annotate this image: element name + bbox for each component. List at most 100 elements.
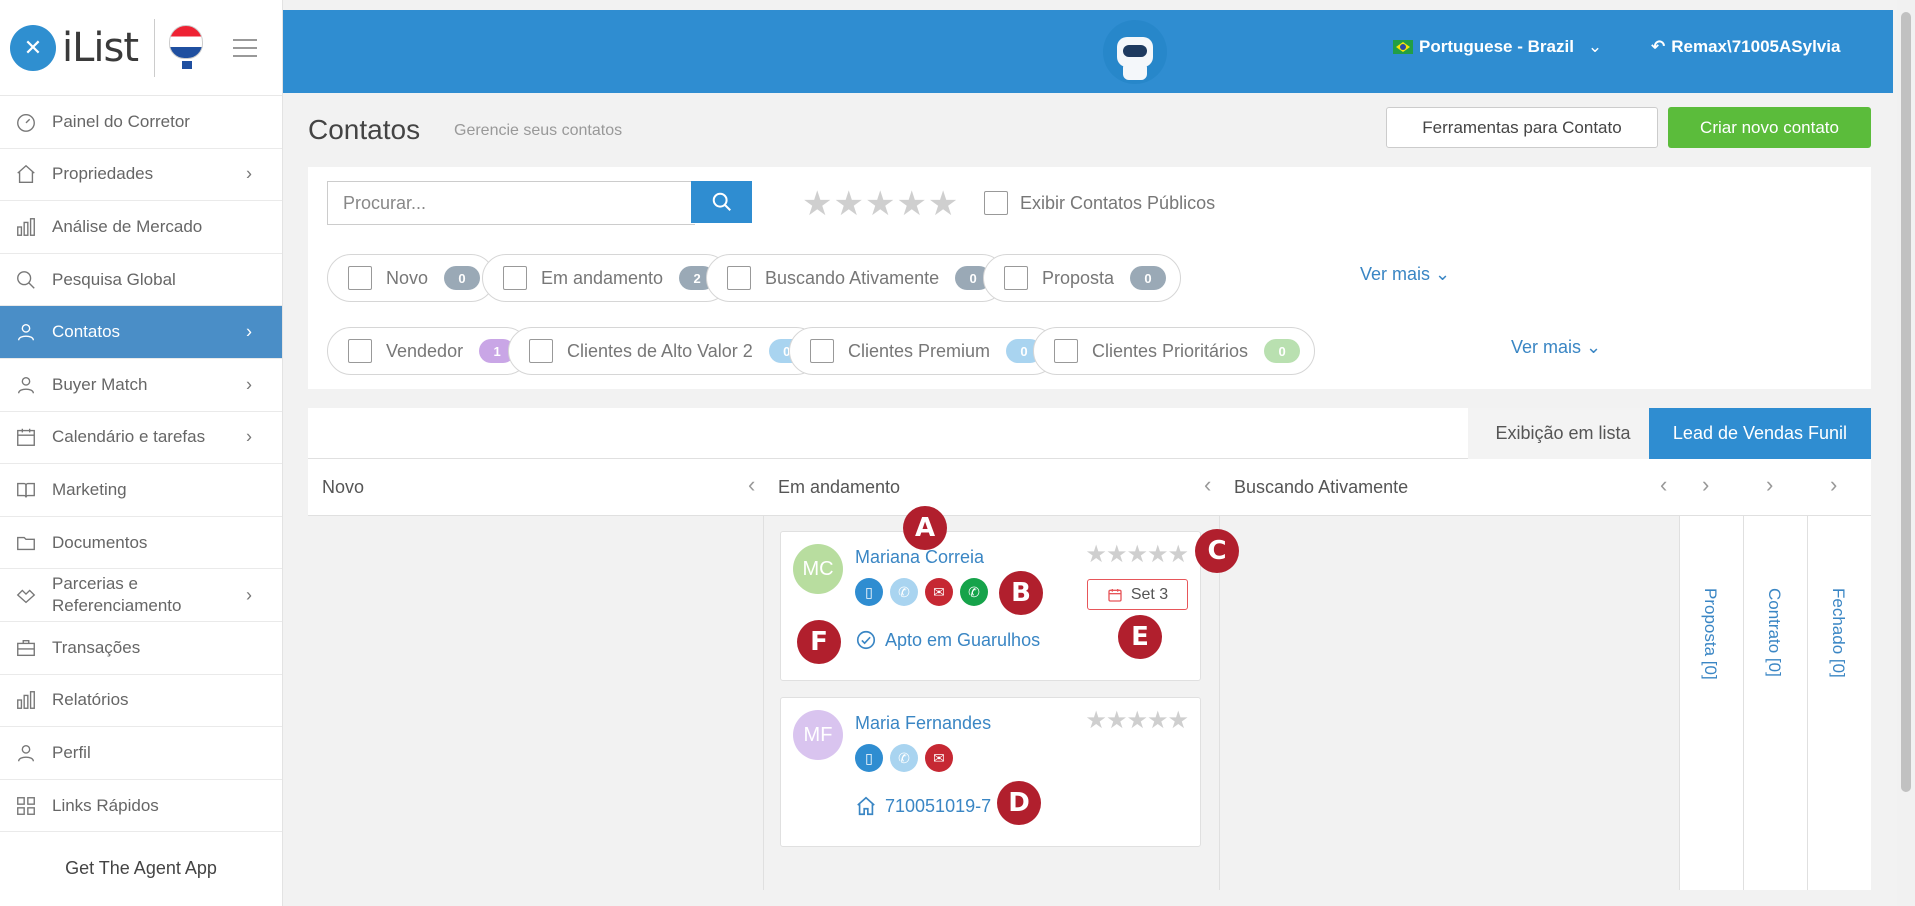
sidebar-item-perfil[interactable]: Perfil: [0, 727, 282, 780]
phone-icon[interactable]: ✆: [890, 744, 918, 772]
checkbox[interactable]: [1004, 266, 1028, 290]
chevron-right-icon: ›: [246, 321, 252, 342]
search-input[interactable]: Procurar...: [327, 181, 695, 225]
user-icon: [14, 373, 38, 397]
remax-balloon-logo: [169, 24, 205, 71]
mobile-icon[interactable]: ▯: [855, 578, 883, 606]
checkbox[interactable]: [984, 191, 1008, 215]
page-scrollbar[interactable]: [1897, 0, 1915, 906]
phone-icon[interactable]: ✆: [890, 578, 918, 606]
sidebar-item-links-r-pidos[interactable]: Links Rápidos: [0, 780, 282, 833]
app: ✕ iList Painel do Corretor Propriedades › A…: [0, 0, 1915, 906]
chevron-left-icon[interactable]: ‹: [1204, 472, 1211, 498]
checkbox[interactable]: [1054, 339, 1078, 363]
chevron-right-icon: ›: [246, 163, 252, 184]
email-icon[interactable]: ✉: [925, 744, 953, 772]
filter-chip-proposta[interactable]: Proposta 0: [983, 254, 1182, 302]
briefcase-icon: [14, 636, 38, 660]
home-icon: [857, 796, 875, 816]
sidebar-item-marketing[interactable]: Marketing: [0, 464, 282, 517]
chevron-left-icon[interactable]: ‹: [748, 472, 755, 498]
search-button[interactable]: [691, 181, 752, 223]
menu-toggle-icon[interactable]: [233, 38, 258, 57]
filter-chip-vendedor[interactable]: Vendedor 1: [327, 327, 531, 375]
rating-stars[interactable]: ★★★★★: [1085, 706, 1189, 735]
filter-chip-em-andamento[interactable]: Em andamento 2: [482, 254, 731, 302]
chip-label: Clientes Prioritários: [1092, 340, 1249, 361]
chip-label: Buscando Ativamente: [765, 267, 940, 288]
scrollbar-thumb[interactable]: [1901, 12, 1911, 792]
checkbox[interactable]: [529, 339, 553, 363]
user-menu[interactable]: ↶ Remax\71005ASylvia: [1651, 37, 1840, 57]
tab-list-view[interactable]: Exibição em lista: [1468, 408, 1658, 459]
brand: ✕ iList: [0, 0, 282, 96]
annotation-marker-b: B: [999, 571, 1043, 615]
assistant-robot-icon[interactable]: [1103, 20, 1167, 84]
sidebar-item-label: Documentos: [52, 532, 148, 552]
column-contrato[interactable]: Contrato [0]: [1743, 516, 1807, 890]
filter-chip-buscando-ativamente[interactable]: Buscando Ativamente 0: [706, 254, 1007, 302]
sidebar-item-an-lise-de-mercado[interactable]: Análise de Mercado: [0, 201, 282, 254]
column-title: Em andamento: [778, 476, 901, 497]
whatsapp-icon[interactable]: ✆: [960, 578, 988, 606]
filter-chip-novo[interactable]: Novo 0: [327, 254, 496, 302]
column-proposta[interactable]: Proposta [0]: [1679, 516, 1743, 890]
create-contact-button[interactable]: Criar novo contato: [1668, 107, 1871, 148]
contact-card[interactable]: MF Maria Fernandes ★★★★★ ▯ ✆ ✉ 710051019…: [780, 697, 1201, 847]
chevron-right-icon[interactable]: ›: [1766, 472, 1773, 498]
checkbox[interactable]: [810, 339, 834, 363]
sidebar-item-buyer-match[interactable]: Buyer Match ›: [0, 359, 282, 412]
sidebar-item-label: Parcerias e Referenciamento: [52, 574, 182, 616]
public-contacts-checkbox[interactable]: Exibir Contatos Públicos: [984, 191, 1215, 215]
checkbox[interactable]: [348, 339, 372, 363]
chevron-right-icon[interactable]: ›: [1702, 472, 1709, 498]
sidebar-item-painel-do-corretor[interactable]: Painel do Corretor: [0, 96, 282, 149]
sidebar-item-parcerias-e-referenciamento[interactable]: Parcerias e Referenciamento ›: [0, 569, 282, 622]
filter-chip-clientes-de-alto-valor-2[interactable]: Clientes de Alto Valor 20: [508, 327, 820, 375]
checkbox[interactable]: [348, 266, 372, 290]
property-link[interactable]: 710051019-7: [855, 795, 991, 817]
ilist-logo-icon[interactable]: ✕: [10, 24, 56, 71]
checkbox[interactable]: [727, 266, 751, 290]
filter-panel: Procurar... ★★★★★ Exibir Contatos Públic…: [308, 167, 1871, 389]
task-date-badge[interactable]: Set 3: [1087, 579, 1188, 610]
rating-filter-stars[interactable]: ★★★★★: [802, 184, 959, 224]
filter-chip-clientes-premium[interactable]: Clientes Premium 0: [789, 327, 1058, 375]
email-icon[interactable]: ✉: [925, 578, 953, 606]
sidebar-item-relat-rios[interactable]: Relatórios: [0, 675, 282, 728]
sidebar-item-label: Marketing: [52, 479, 127, 499]
chevron-right-icon[interactable]: ›: [1830, 472, 1837, 498]
column-novo: [308, 516, 764, 890]
annotation-marker-c: C: [1195, 529, 1239, 573]
column-fechado[interactable]: Fechado [0]: [1807, 516, 1871, 890]
contact-tools-button[interactable]: Ferramentas para Contato: [1386, 107, 1658, 148]
calendar-icon: [1108, 588, 1122, 602]
filter-chip-clientes-priorit-rios[interactable]: Clientes Prioritários 0: [1033, 327, 1316, 375]
language-selector[interactable]: Portuguese - Brazil ⌄: [1393, 37, 1602, 57]
sidebar-item-transa-es[interactable]: Transações: [0, 622, 282, 675]
ver-mais-link-row1[interactable]: Ver mais ⌄: [1360, 264, 1450, 285]
search-icon: [14, 268, 38, 292]
mobile-icon[interactable]: ▯: [855, 744, 883, 772]
sidebar-item-documentos[interactable]: Documentos: [0, 517, 282, 570]
book-icon: [14, 478, 38, 502]
brand-divider: [154, 18, 156, 77]
search-icon: [712, 192, 731, 211]
column-title-vertical: Proposta [0]: [1701, 588, 1720, 680]
chip-label: Clientes de Alto Valor 2: [567, 340, 753, 361]
sidebar-item-contatos[interactable]: Contatos ›: [0, 306, 282, 359]
sidebar-item-label: Pesquisa Global: [52, 269, 176, 289]
tab-funnel-view[interactable]: Lead de Vendas Funil: [1649, 408, 1871, 459]
contact-name[interactable]: Maria Fernandes: [855, 713, 991, 734]
sidebar-item-propriedades[interactable]: Propriedades ›: [0, 149, 282, 202]
chevron-left-icon[interactable]: ‹: [1660, 472, 1667, 498]
rating-stars[interactable]: ★★★★★: [1085, 540, 1189, 569]
sidebar-item-pesquisa-global[interactable]: Pesquisa Global: [0, 254, 282, 307]
column-title-vertical: Contrato [0]: [1765, 588, 1784, 677]
contact-name[interactable]: Mariana Correia: [855, 547, 984, 568]
sidebar-item-calend-rio-e-tarefas[interactable]: Calendário e tarefas ›: [0, 412, 282, 465]
contact-note[interactable]: Apto em Guarulhos: [855, 629, 1040, 651]
get-agent-app-link[interactable]: Get The Agent App: [0, 832, 282, 904]
ver-mais-link-row2[interactable]: Ver mais ⌄: [1511, 337, 1601, 358]
checkbox[interactable]: [503, 266, 527, 290]
